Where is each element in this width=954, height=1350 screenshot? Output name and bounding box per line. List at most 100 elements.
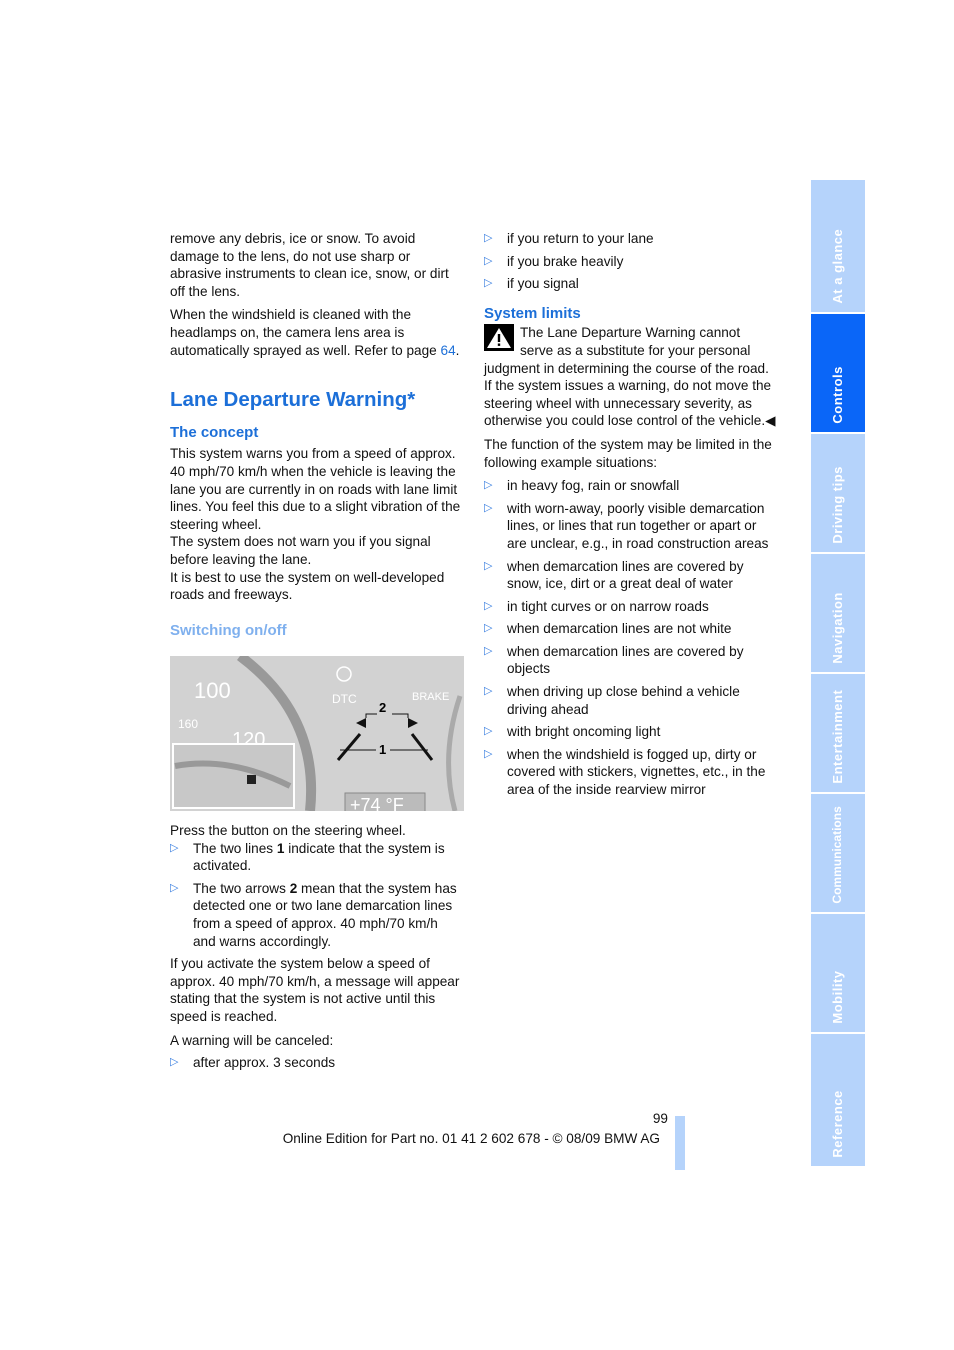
tab-label: Mobility — [830, 970, 846, 1024]
concept-paragraph: The system does not warn you if you sign… — [170, 534, 431, 567]
system-limits-heading: System limits — [484, 304, 581, 322]
text: when demarcation lines are covered by ob… — [507, 643, 744, 677]
brake-label: BRAKE — [412, 691, 449, 703]
text: when the windshield is fogged up, dirty … — [507, 746, 766, 798]
text: in tight curves or on narrow roads — [507, 598, 709, 614]
warning-text: The Lane Departure Warning cannot serve … — [484, 325, 772, 429]
tab-label: Entertainment — [830, 690, 846, 784]
triangle-bullet-icon: ▷ — [170, 881, 179, 894]
list-item: ▷ when driving up close behind a vehicle … — [484, 683, 776, 718]
triangle-bullet-icon: ▷ — [484, 685, 493, 698]
tab-label: At a glance — [830, 229, 846, 304]
list-item: ▷ when the windshield is fogged up, dirty… — [484, 746, 776, 799]
triangle-bullet-icon: ▷ — [484, 277, 493, 290]
speed-100: 100 — [194, 678, 231, 703]
list-item: ▷ in heavy fog, rain or snowfall — [484, 477, 776, 495]
period: . — [455, 342, 460, 358]
tab-at-a-glance[interactable]: At a glance — [811, 180, 865, 312]
text: when driving up close behind a vehicle d… — [507, 684, 740, 717]
end-mark-icon: ◀ — [765, 413, 776, 429]
intro-text: When the windshield is cleaned with the … — [170, 307, 441, 358]
list-item: ▷ when demarcation lines are covered by s… — [484, 558, 776, 593]
text: with worn-away, poorly visible demarcati… — [507, 500, 769, 551]
triangle-bullet-icon: ▷ — [170, 841, 179, 854]
list-item: ▷ with worn-away, poorly visible demarcat… — [484, 500, 776, 553]
page-title: Lane Departure Warning* — [170, 388, 416, 412]
triangle-bullet-icon: ▷ — [484, 254, 493, 267]
concept-paragraph: This system warns you from a speed of ap… — [170, 446, 461, 532]
page-link[interactable]: 64 — [441, 343, 456, 358]
limitations-list: ▷ in heavy fog, rain or snowfall ▷ with wo… — [484, 477, 776, 799]
list-item: ▷ when demarcation lines are covered by o… — [484, 643, 776, 678]
warning-paragraph: The Lane Departure Warning cannot serve … — [484, 324, 776, 430]
cancel-intro: A warning will be canceled: — [170, 1032, 334, 1048]
manual-page: remove any debris, ice or snow. To avoid… — [0, 0, 954, 1350]
right-column: ▷ if you return to your lane ▷ if you brak… — [484, 230, 776, 804]
limitations-intro: The function of the system may be limite… — [484, 436, 772, 470]
triangle-bullet-icon: ▷ — [170, 1056, 179, 1069]
page-number: 99 — [652, 1111, 668, 1126]
cancel-list: ▷ after approx. 3 seconds — [170, 1054, 462, 1072]
text: when demarcation lines are not white — [507, 621, 732, 637]
left-column: remove any debris, ice or snow. To avoid… — [170, 230, 462, 639]
concept-heading: The concept — [170, 423, 259, 441]
triangle-bullet-icon: ▷ — [484, 644, 493, 657]
tab-reference[interactable]: Reference — [811, 1034, 865, 1166]
list-item: ▷ in tight curves or on narrow roads — [484, 598, 776, 616]
intro-paragraph-2: When the windshield is cleaned with the … — [170, 306, 462, 359]
text: with bright oncoming light — [507, 724, 661, 740]
edition-footer: Online Edition for Part no. 01 41 2 602 … — [282, 1131, 660, 1146]
cluster-illustration: 100 160 120 DTC BRAKE 2 1 +74 °F — [170, 656, 464, 811]
warning-icon — [484, 324, 514, 356]
text: if you brake heavily — [507, 253, 624, 269]
temperature-display: +74 °F — [350, 795, 404, 811]
triangle-bullet-icon: ▷ — [484, 599, 493, 612]
triangle-bullet-icon: ▷ — [484, 725, 493, 738]
intro-paragraph: remove any debris, ice or snow. To avoid… — [170, 231, 449, 299]
tab-label: Navigation — [830, 592, 846, 664]
list-item: ▷ with bright oncoming light — [484, 723, 776, 741]
list-item: ▷ The two arrows 2 mean that the system h… — [170, 880, 462, 950]
triangle-bullet-icon: ▷ — [484, 479, 493, 492]
tab-label: Reference — [830, 1090, 846, 1158]
tab-navigation[interactable]: Navigation — [811, 554, 865, 672]
tab-communications[interactable]: Communications — [811, 794, 865, 912]
triangle-bullet-icon: ▷ — [484, 501, 493, 514]
text: The two arrows — [193, 880, 290, 896]
triangle-bullet-icon: ▷ — [484, 559, 493, 572]
lane-button-icon — [247, 775, 256, 784]
text: in heavy fog, rain or snowfall — [507, 478, 680, 494]
list-item: ▷ The two lines 1 indicate that the syste… — [170, 840, 462, 875]
tab-label: Controls — [830, 366, 846, 424]
text: after approx. 3 seconds — [193, 1055, 336, 1071]
press-instruction: Press the button on the steering wheel. — [170, 823, 406, 838]
concept-paragraph: It is best to use the system on well-dev… — [170, 569, 445, 603]
list-item: ▷ if you brake heavily — [484, 253, 776, 271]
tab-mobility[interactable]: Mobility — [811, 914, 865, 1032]
left-column-lower: Press the button on the steering wheel. … — [170, 822, 462, 1077]
page-marker-bar — [675, 1116, 685, 1170]
list-item: ▷ when demarcation lines are not white — [484, 620, 776, 638]
callout-1: 1 — [379, 742, 386, 757]
list-item: ▷ if you signal — [484, 275, 776, 293]
tab-label: Driving tips — [830, 466, 846, 544]
text: The two lines — [193, 840, 277, 856]
dtc-label: DTC — [332, 692, 357, 706]
triangle-bullet-icon: ▷ — [484, 747, 493, 760]
triangle-bullet-icon: ▷ — [484, 232, 493, 244]
text: if you return to your lane — [507, 231, 654, 246]
tab-entertainment[interactable]: Entertainment — [811, 674, 865, 792]
tab-driving-tips[interactable]: Driving tips — [811, 434, 865, 552]
list-item: ▷ if you return to your lane — [484, 230, 776, 248]
triangle-bullet-icon: ▷ — [484, 622, 493, 635]
switching-heading: Switching on/off — [170, 621, 287, 639]
callout-2: 2 — [379, 700, 386, 715]
indicator-list: ▷ The two lines 1 indicate that the syste… — [170, 840, 462, 951]
text: when demarcation lines are covered by sn… — [507, 558, 744, 592]
tab-controls[interactable]: Controls — [811, 314, 865, 432]
text: if you signal — [507, 276, 579, 292]
cancel-list-continued: ▷ if you return to your lane ▷ if you brak… — [484, 230, 776, 293]
tab-label: Communications — [830, 806, 845, 904]
instrument-cluster-figure: 100 160 120 DTC BRAKE 2 1 +74 °F — [170, 656, 464, 811]
speed-160: 160 — [178, 717, 198, 731]
